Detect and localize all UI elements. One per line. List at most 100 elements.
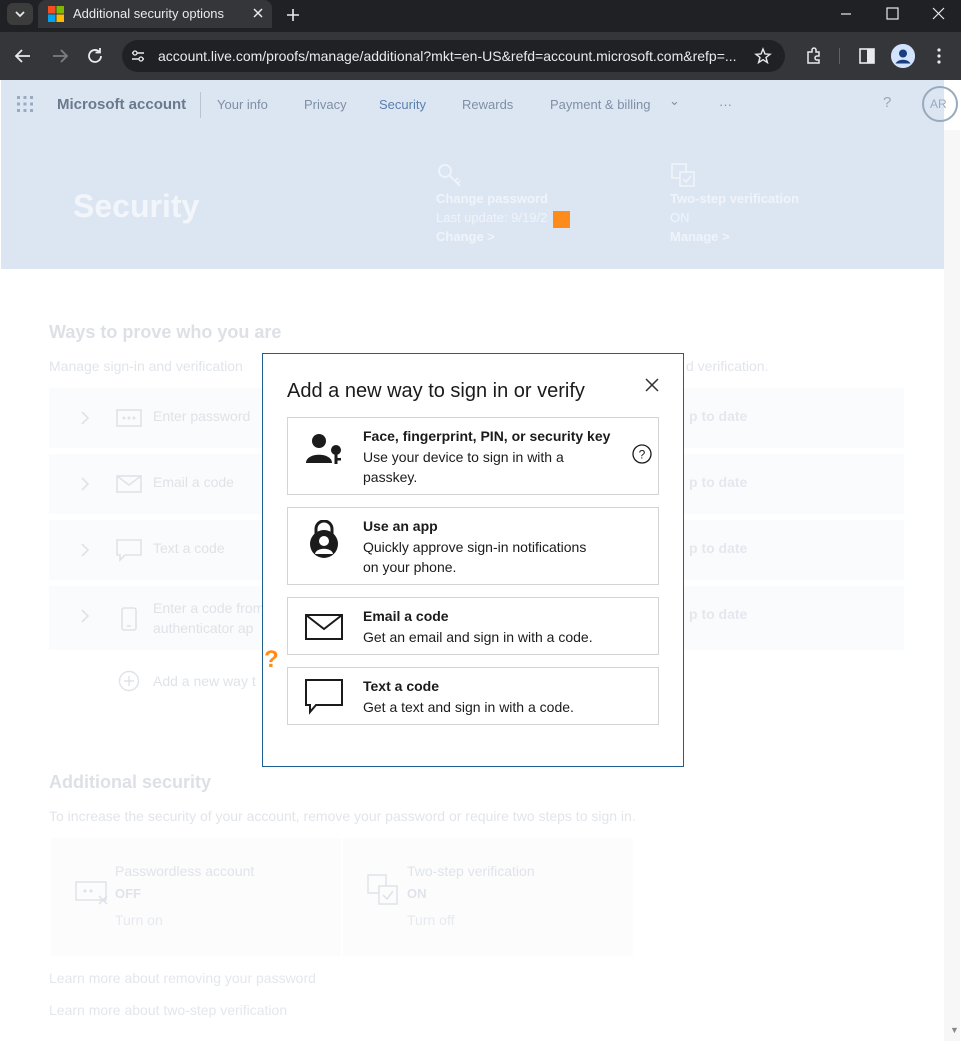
mail-icon <box>116 475 142 493</box>
close-icon[interactable] <box>643 376 661 394</box>
nav-divider <box>200 92 201 118</box>
passwordless-card: Passwordless account OFF Turn on <box>51 838 341 956</box>
password-icon <box>116 409 142 427</box>
option-email-code[interactable]: Email a code Get an email and sign in wi… <box>287 597 659 655</box>
forward-arrow-icon[interactable] <box>48 44 72 68</box>
new-tab-icon[interactable] <box>283 5 303 25</box>
chevron-down-icon: ⌄ <box>669 93 680 108</box>
close-window-icon[interactable] <box>926 4 950 24</box>
proof-label: Enter a code from authenticator ap <box>153 598 264 638</box>
proof-status: p to date <box>689 540 748 556</box>
chevron-right-icon <box>81 411 90 425</box>
proof-section-title: Ways to prove who you are <box>49 322 282 342</box>
account-avatar[interactable]: AR <box>922 86 958 122</box>
option-text-code[interactable]: Text a code Get a text and sign in with … <box>287 667 659 725</box>
microsoft-logo-icon <box>48 6 64 22</box>
help-circle-icon[interactable]: ? <box>632 444 652 464</box>
nav-security[interactable]: Security <box>379 97 426 112</box>
side-panel-icon[interactable] <box>857 46 877 66</box>
address-bar[interactable]: account.live.com/proofs/manage/additiona… <box>122 40 785 72</box>
option-title: Text a code <box>363 678 439 694</box>
option-description-line-1: Quickly approve sign-in notifications <box>363 539 587 555</box>
two-step-icon <box>367 874 398 905</box>
dialog-title: Add a new way to sign in or verify <box>287 380 585 402</box>
passkey-icon <box>306 434 341 464</box>
url-text: account.live.com/proofs/manage/additiona… <box>158 48 737 64</box>
chat-icon <box>116 539 142 562</box>
option-passkey[interactable]: Face, fingerprint, PIN, or security key … <box>287 417 659 495</box>
scroll-down-arrow-icon[interactable]: ▼ <box>950 1025 959 1035</box>
chevron-right-icon <box>81 609 90 623</box>
option-title: Email a code <box>363 608 449 624</box>
nav-your-info[interactable]: Your info <box>217 97 268 112</box>
card-title: Two-step verification <box>407 863 535 879</box>
option-title: Use an app <box>363 518 438 534</box>
turn-on-link[interactable]: Turn on <box>115 912 163 928</box>
phone-icon <box>121 607 137 631</box>
add-new-way-link[interactable]: Add a new way t <box>153 673 256 689</box>
brand-label[interactable]: Microsoft account <box>57 96 186 113</box>
orange-marker <box>553 211 570 228</box>
proof-section-subtitle: Manage sign-in and verification <box>49 358 243 374</box>
back-arrow-icon[interactable] <box>11 44 35 68</box>
card-state: OFF <box>115 886 141 901</box>
card-state: ON <box>407 886 427 901</box>
option-description: Get an email and sign in with a code. <box>363 629 593 645</box>
password-last-update: Last update: 9/19/2 <box>436 210 548 225</box>
maximize-icon[interactable] <box>880 4 904 24</box>
close-tab-icon[interactable] <box>250 5 266 21</box>
tab-strip: Additional security options <box>0 0 961 32</box>
profile-avatar[interactable] <box>891 44 915 68</box>
key-icon <box>438 164 461 187</box>
more-menu-icon[interactable] <box>929 46 949 66</box>
nav-payment-billing[interactable]: Payment & billing <box>550 97 650 112</box>
option-description-line-1: Use your device to sign in with a <box>363 449 564 465</box>
option-use-app[interactable]: Use an app Quickly approve sign-in notif… <box>287 507 659 585</box>
turn-off-link[interactable]: Turn off <box>407 912 454 928</box>
two-step-card: Two-step verification ON Turn off <box>343 838 633 956</box>
add-sign-in-method-dialog: Add a new way to sign in or verify Face,… <box>262 353 684 767</box>
question-mark-annotation: ? <box>264 646 279 673</box>
two-step-title: Two-step verification <box>670 191 800 206</box>
nav-rewards[interactable]: Rewards <box>462 97 513 112</box>
option-title: Face, fingerprint, PIN, or security key <box>363 428 611 444</box>
bookmark-star-icon[interactable] <box>754 47 772 65</box>
learn-more-passwordless-link[interactable]: Learn more about removing your password <box>49 970 316 986</box>
help-icon[interactable]: ? <box>883 94 891 111</box>
option-description: Get a text and sign in with a code. <box>363 699 574 715</box>
passwordless-icon <box>75 881 108 905</box>
proof-label: Enter password <box>153 408 251 424</box>
app-launcher-icon[interactable] <box>17 96 33 112</box>
site-settings-icon[interactable] <box>130 48 146 64</box>
browser-tab[interactable]: Additional security options <box>38 0 272 28</box>
security-hero: Security Change password Last update: 9/… <box>1 130 944 269</box>
proof-label: Text a code <box>153 540 225 556</box>
nav-privacy[interactable]: Privacy <box>304 97 347 112</box>
envelope-icon <box>305 614 343 640</box>
option-description: Quickly approve sign-in notifications on … <box>363 537 586 577</box>
proof-section-subtitle-end: d verification. <box>686 358 769 374</box>
add-circle-icon <box>118 670 140 692</box>
option-description-line-2: passkey. <box>363 469 418 485</box>
manage-two-step-link[interactable]: Manage > <box>670 229 730 244</box>
toolbar-divider <box>839 48 840 64</box>
additional-section-title: Additional security <box>49 772 212 792</box>
additional-section-subtitle: To increase the security of your account… <box>49 808 636 824</box>
tab-title: Additional security options <box>73 6 225 21</box>
toolbar: account.live.com/proofs/manage/additiona… <box>0 32 961 80</box>
tab-search-button[interactable] <box>7 3 33 25</box>
microsoft-account-nav: Microsoft account Your info Privacy Secu… <box>1 80 958 130</box>
change-password-link[interactable]: Change > <box>436 229 495 244</box>
chevron-down-icon <box>15 11 25 18</box>
option-description-line-2: on your phone. <box>363 559 457 575</box>
change-password-title: Change password <box>436 191 548 206</box>
extensions-icon[interactable] <box>804 46 824 66</box>
reload-icon[interactable] <box>83 44 107 68</box>
nav-more[interactable]: ··· <box>719 97 732 112</box>
avatar-initials: AR <box>930 97 947 111</box>
option-description: Use your device to sign in with a passkey… <box>363 447 564 487</box>
learn-more-two-step-link[interactable]: Learn more about two-step verification <box>49 1002 287 1018</box>
scrollbar[interactable] <box>944 130 960 1041</box>
proof-status: p to date <box>689 408 748 424</box>
minimize-icon[interactable] <box>834 4 858 24</box>
